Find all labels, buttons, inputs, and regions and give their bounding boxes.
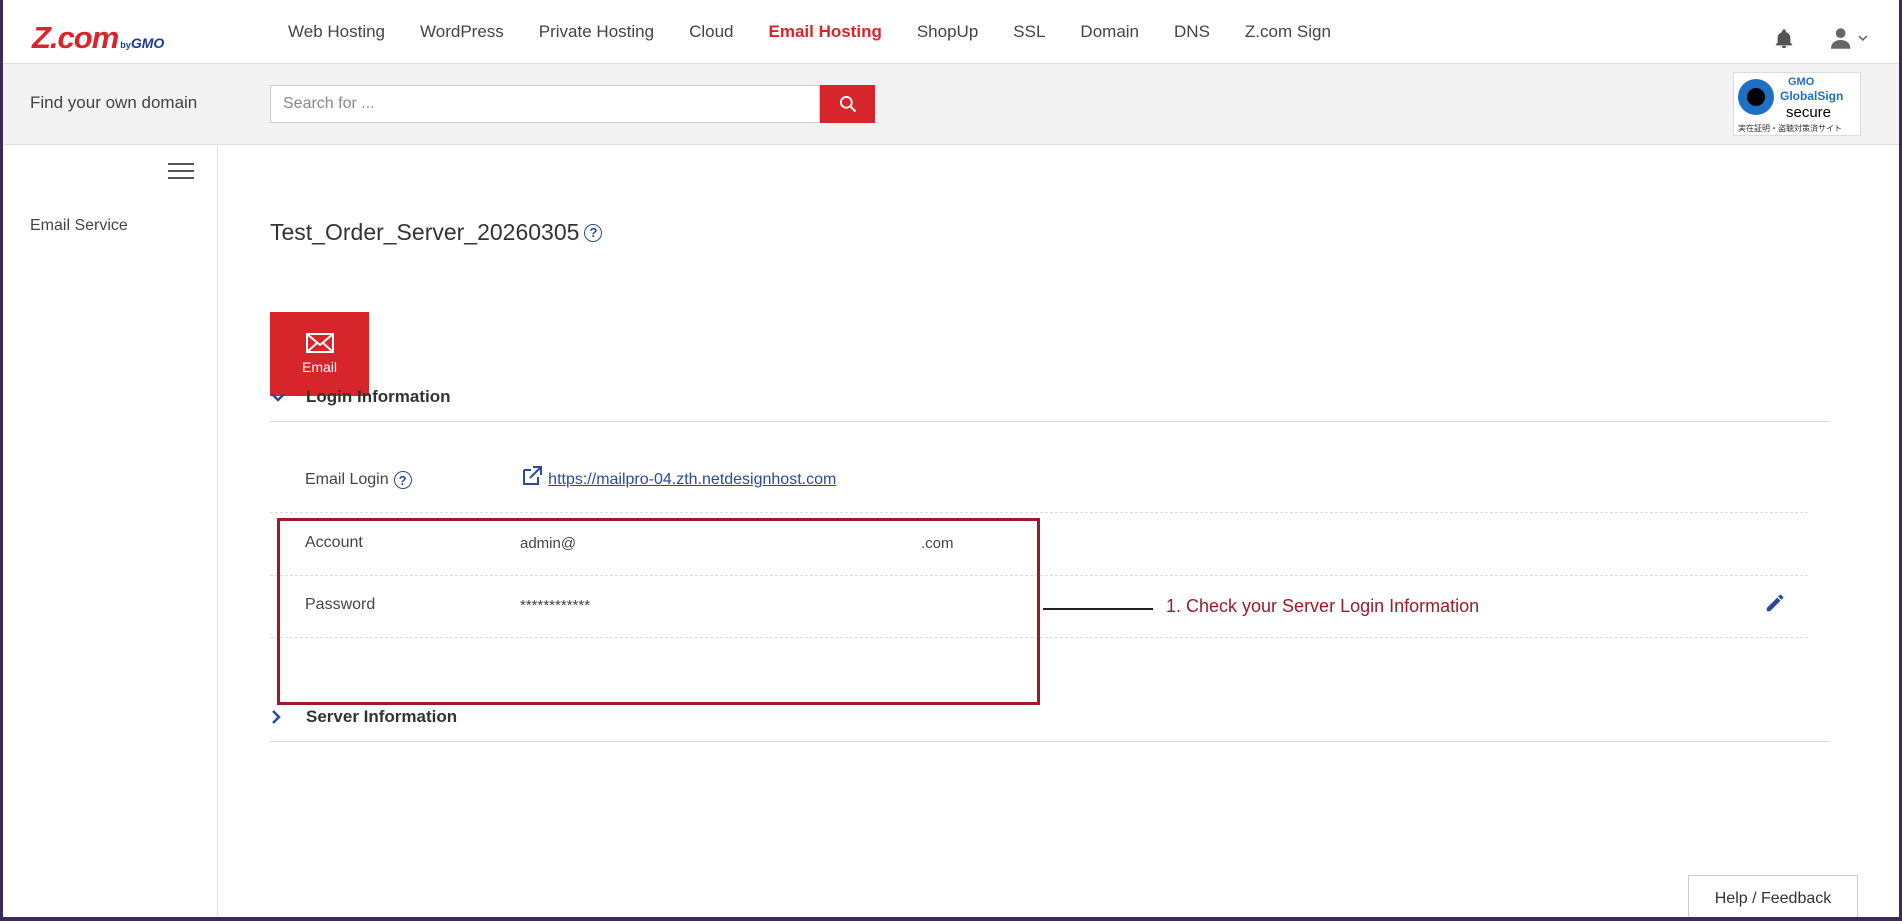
- webmail-login-link[interactable]: https://mailpro-04.zth.netdesignhost.com: [548, 471, 836, 488]
- sidebar: Email Service: [3, 145, 218, 917]
- logo-gmo: GMO: [130, 35, 165, 51]
- app-window: Z.com by GMO Web Hosting WordPress Priva…: [3, 0, 1899, 917]
- server-information-header[interactable]: Server Information: [270, 693, 1830, 742]
- email-login-value: https://mailpro-04.zth.netdesignhost.com: [520, 464, 836, 489]
- hamburger-menu-icon[interactable]: [168, 163, 194, 181]
- nav-shopup[interactable]: ShopUp: [917, 22, 978, 42]
- badge-globalsign: GlobalSign: [1780, 89, 1844, 103]
- user-icon: [1830, 28, 1851, 49]
- account-row: Account admin@ .com: [270, 513, 1808, 576]
- server-information-title: Server Information: [306, 707, 458, 726]
- help-icon[interactable]: ?: [393, 471, 412, 489]
- badge-secure: secure: [1786, 104, 1832, 121]
- main-content: Test_Order_Server_20260305 ? Email Login…: [218, 145, 1899, 917]
- envelope-icon: [305, 333, 334, 353]
- email-login-label: Email Login ?: [305, 471, 412, 489]
- password-label: Password: [305, 596, 376, 613]
- logo-text: Z.com: [32, 20, 119, 55]
- chevron-right-icon: [272, 710, 281, 724]
- help-feedback-button[interactable]: Help / Feedback: [1688, 875, 1858, 917]
- account-value-prefix: admin@: [520, 535, 577, 552]
- account-value-suffix: .com: [921, 535, 954, 552]
- nav-cloud[interactable]: Cloud: [689, 22, 733, 42]
- nav-web-hosting[interactable]: Web Hosting: [288, 22, 385, 42]
- globalsign-secure-badge[interactable]: GMO GlobalSign secure 実在証明・盗聴対策済サイト: [1733, 72, 1861, 136]
- callout-line: [1043, 608, 1153, 610]
- search-button[interactable]: [820, 85, 875, 123]
- page-title: Test_Order_Server_20260305 ?: [270, 219, 603, 246]
- globalsign-eye-icon: [1738, 79, 1774, 115]
- badge-gmo: GMO: [1788, 76, 1815, 88]
- external-link-icon[interactable]: [520, 464, 544, 488]
- account-label: Account: [305, 534, 363, 551]
- login-information-header[interactable]: Login Information: [270, 373, 1830, 422]
- user-menu[interactable]: [1829, 26, 1869, 50]
- nav-zcom-sign[interactable]: Z.com Sign: [1245, 22, 1331, 42]
- callout-text: 1. Check your Server Login Information: [1166, 596, 1480, 616]
- sidebar-item-email-service[interactable]: Email Service: [30, 217, 128, 235]
- nav-wordpress[interactable]: WordPress: [420, 22, 504, 42]
- chevron-down-icon: [1858, 35, 1868, 41]
- logo-by: by: [120, 40, 131, 50]
- help-icon[interactable]: ?: [584, 223, 603, 242]
- nav-ssl[interactable]: SSL: [1013, 22, 1045, 42]
- password-row: Password ************: [270, 575, 1808, 638]
- password-value: ************: [520, 597, 591, 614]
- main-nav: Web Hosting WordPress Private Hosting Cl…: [288, 22, 1366, 42]
- badge-jp-caption: 実在証明・盗聴対策済サイト: [1738, 124, 1842, 133]
- pencil-edit-icon[interactable]: [1764, 592, 1786, 614]
- find-domain-label: Find your own domain: [30, 93, 198, 112]
- nav-domain[interactable]: Domain: [1080, 22, 1139, 42]
- nav-email-hosting[interactable]: Email Hosting: [768, 22, 881, 42]
- zcom-logo[interactable]: Z.com by GMO: [32, 20, 165, 55]
- login-information-title: Login Information: [306, 387, 451, 406]
- top-navbar: Z.com by GMO Web Hosting WordPress Priva…: [3, 0, 1899, 64]
- email-login-label-text: Email Login: [305, 471, 389, 488]
- email-login-row: Email Login ? https://mailpro-04.zth.net…: [270, 450, 1808, 513]
- chevron-down-icon: [271, 393, 285, 402]
- domain-search-input[interactable]: [270, 85, 820, 123]
- domain-search-bar: Find your own domain GMO GlobalSign secu…: [3, 64, 1899, 145]
- bell-icon[interactable]: [1773, 28, 1795, 50]
- nav-dns[interactable]: DNS: [1174, 22, 1210, 42]
- nav-private-hosting[interactable]: Private Hosting: [539, 22, 654, 42]
- search-icon: [839, 96, 856, 113]
- server-name: Test_Order_Server_20260305: [270, 219, 580, 245]
